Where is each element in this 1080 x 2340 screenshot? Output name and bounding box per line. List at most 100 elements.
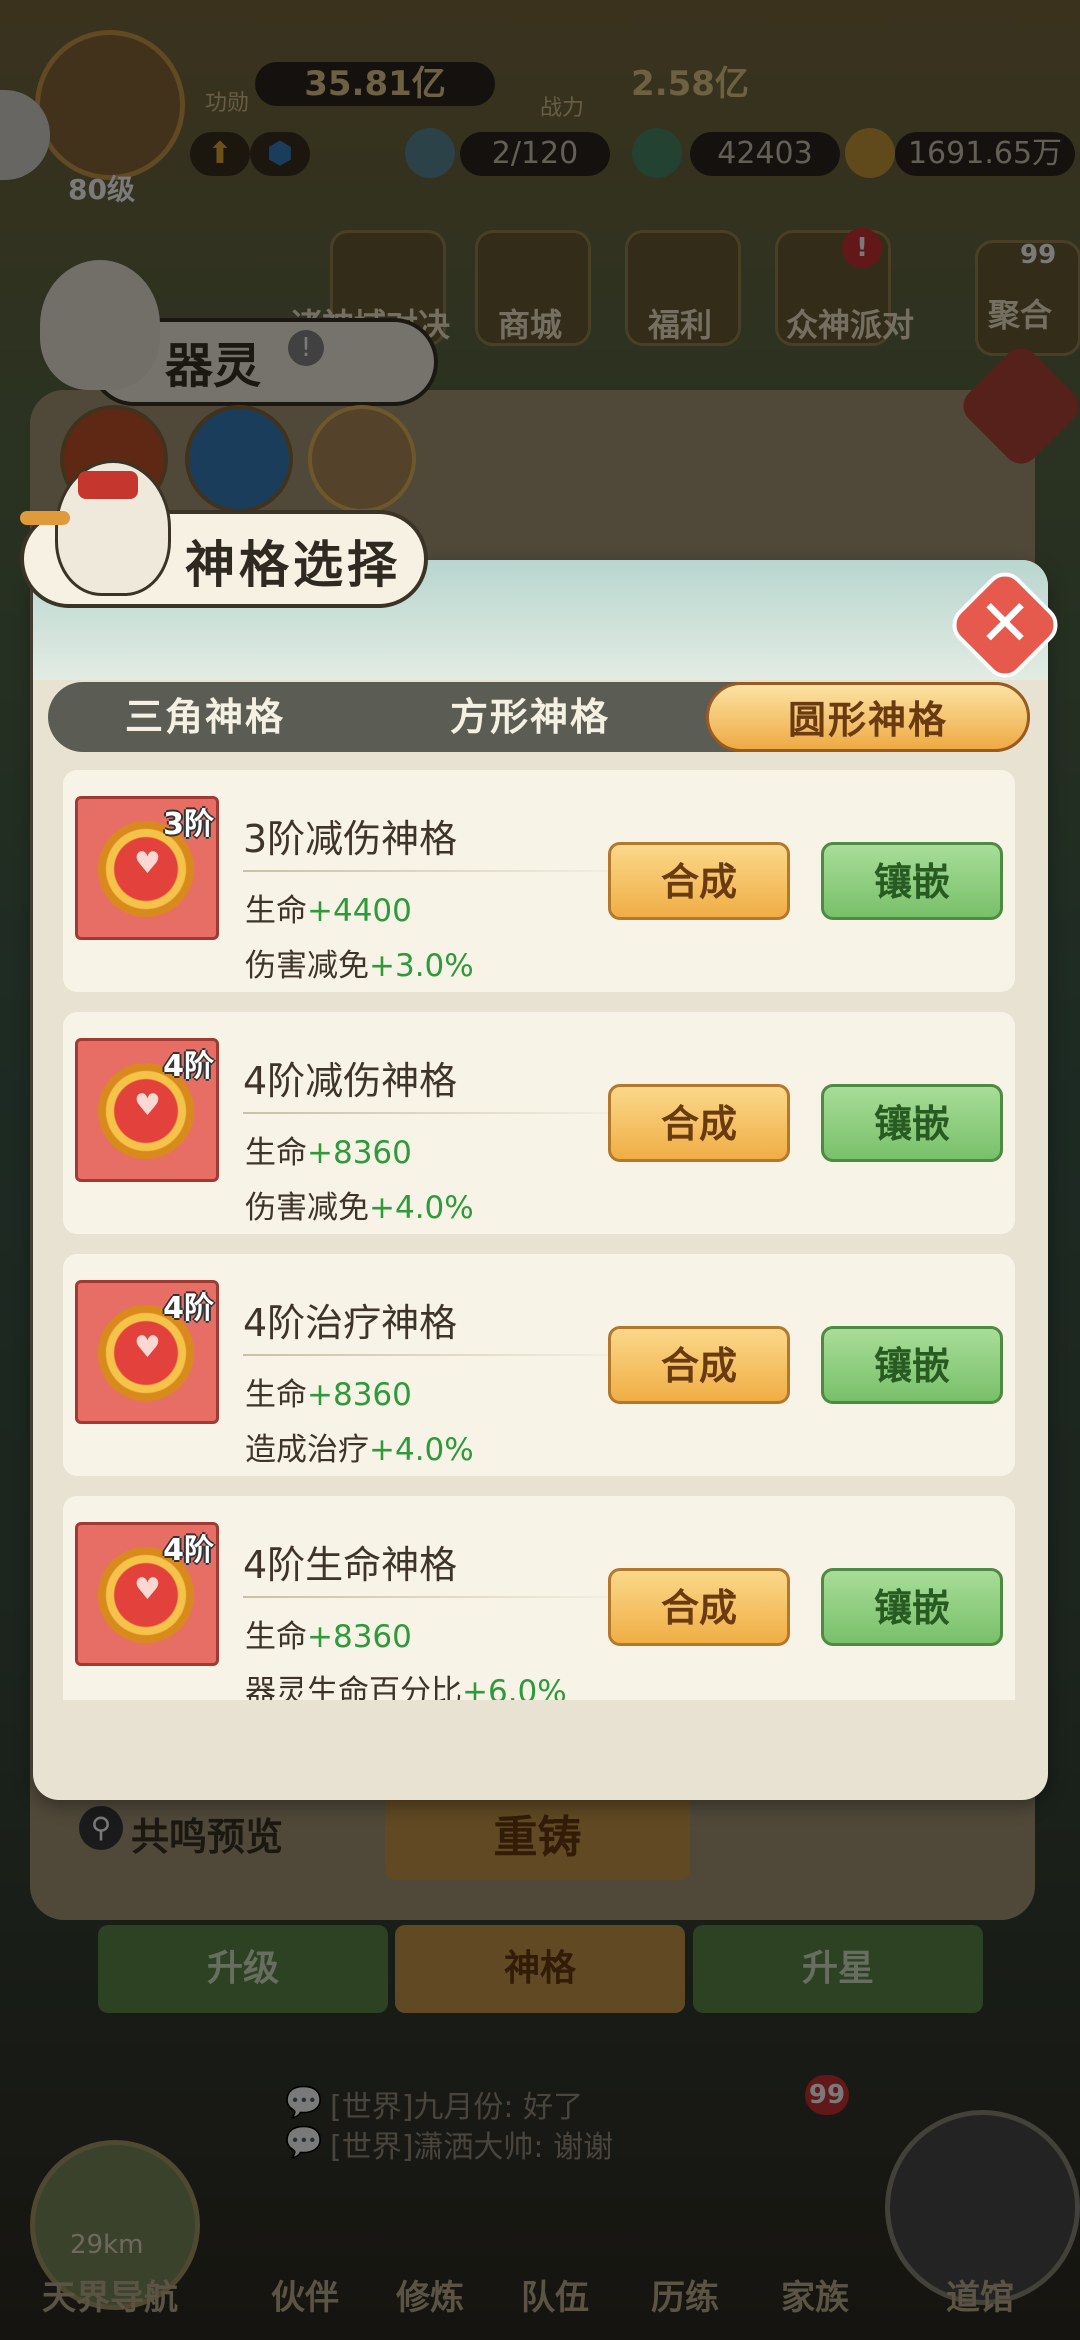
dialog-close-button[interactable]: ✕ [944,564,1066,686]
godhead-name: 3阶减伤神格 [243,817,458,861]
stat-label: 造成治疗 [245,1432,369,1468]
nav-trial-label: 历练 [651,2278,719,2318]
heart-icon: ♥ [134,1088,161,1123]
stat-value: +8360 [307,1377,412,1413]
stat-value: +4.0% [369,1432,474,1468]
tab-square[interactable]: 方形神格 [400,682,660,752]
slot-icon [405,128,455,178]
divider [243,1354,653,1356]
spirit-title: 器灵 [165,338,262,394]
sky-nav-label: 天界导航 [42,2278,178,2318]
heart-icon: ♥ [134,846,161,881]
nav-partner-label: 伙伴 [271,2278,339,2318]
chat-bubble-icon: 💬 [285,2085,323,2120]
stat-value: +8360 [307,1619,412,1655]
heart-icon: ♥ [134,1572,161,1607]
godhead-gem-slot[interactable]: ♥ 3阶 [75,796,219,940]
tab-star-up[interactable]: 升星 [693,1925,983,2013]
party-alert-badge: ! [842,228,882,268]
power-value: 35.81亿 [255,62,495,106]
mascot-hat [78,471,138,499]
stat-label: 生命 [245,893,307,929]
tier-badge: 3阶 [163,807,214,842]
tile-welfare-label: 福利 [647,306,712,344]
tab-triangle[interactable]: 三角神格 [75,682,335,752]
power-label: 功勋 [205,91,250,116]
synthesize-button[interactable]: 合成 [608,1568,790,1646]
stat-line-1: 生命+4400 [245,885,412,930]
stat-line-1: 生命+8360 [245,1611,412,1656]
list-item: ♥ 4阶 4阶减伤神格 生命+8360 伤害减免+4.0% 合成 镶嵌 [63,1012,1015,1234]
stat-value: +4400 [307,893,412,929]
divider [243,870,653,872]
tab-godhead[interactable]: 神格 [395,1925,685,2013]
tab-upgrade[interactable]: 升级 [98,1925,388,2013]
synthesize-button[interactable]: 合成 [608,1326,790,1404]
godhead-gem-slot[interactable]: ♥ 4阶 [75,1280,219,1424]
tier-badge: 4阶 [163,1049,214,1084]
dialog-title: 神格选择 [185,536,401,594]
stat-line-1: 生命+8360 [245,1369,412,1414]
stat-line-2: 造成治疗+4.0% [245,1424,474,1469]
godhead-name: 4阶治疗神格 [243,1301,458,1345]
stat-label: 器灵生命百分比 [245,1674,462,1700]
stat-line-2: 器灵生命百分比+6.0% [245,1666,567,1700]
chat-line-2[interactable]: [世界]潇洒大帅: 谢谢 [330,2122,613,2166]
stat-label: 生命 [245,1135,307,1171]
sky-nav-distance: 29km [70,2230,144,2260]
godhead-list[interactable]: ♥ 3阶 3阶减伤神格 生命+4400 伤害减免+3.0% 合成 镶嵌 ♥ 4阶… [0,770,1080,1700]
tile-shop-label: 商城 [497,306,562,344]
spirit-avatar-owl[interactable] [308,405,416,513]
inlay-button[interactable]: 镶嵌 [821,1326,1003,1404]
tile-party-label: 众神派对 [785,306,914,344]
gem-count: 42403 [690,132,840,176]
nav-family-label: 家族 [781,2278,849,2318]
godhead-gem-slot[interactable]: ♥ 4阶 [75,1038,219,1182]
spirit-avatar-water[interactable] [185,405,293,513]
shield-icon[interactable]: ⬢ [250,132,310,176]
gem-icon [632,128,682,178]
coin-count: 1691.65万 [895,132,1075,176]
godhead-name: 4阶减伤神格 [243,1059,458,1103]
heart-icon: ♥ [134,1330,161,1365]
stat-line-2: 伤害减免+3.0% [245,940,474,985]
chat-line-1[interactable]: [世界]九月份: 好了 [330,2082,583,2126]
resonance-preview-button[interactable]: ⚲ 共鸣预览 [75,1800,335,1859]
inlay-button[interactable]: 镶嵌 [821,842,1003,920]
chat-channel: [世界] [330,2090,414,2125]
godhead-name: 4阶生命神格 [243,1543,458,1587]
tier-badge: 4阶 [163,1291,214,1326]
close-icon: ✕ [978,587,1032,661]
synthesize-button[interactable]: 合成 [608,1084,790,1162]
inlay-button[interactable]: 镶嵌 [821,1084,1003,1162]
coin-icon [845,128,895,178]
force-label: 战力 [540,96,585,121]
tab-circle[interactable]: 圆形神格 [706,682,1030,752]
godhead-gem-slot[interactable]: ♥ 4阶 [75,1522,219,1666]
tile-aggregate-label: 聚合 [987,296,1052,334]
force-value: 2.58亿 [631,64,749,104]
divider [243,1596,653,1598]
stat-value: +3.0% [369,948,474,984]
reforge-button[interactable]: 重铸 [385,1795,690,1880]
synthesize-button[interactable]: 合成 [608,842,790,920]
stat-value: +8360 [307,1135,412,1171]
stat-value: +4.0% [369,1190,474,1226]
player-avatar[interactable] [35,30,185,180]
list-item: ♥ 4阶 4阶治疗神格 生命+8360 造成治疗+4.0% 合成 镶嵌 [63,1254,1015,1476]
divider [243,1112,653,1114]
resonance-preview-label: 共鸣预览 [131,1815,284,1859]
nav-cultivate-label: 修炼 [396,2278,464,2318]
tier-badge: 4阶 [163,1533,214,1568]
magnifier-icon: ⚲ [79,1806,123,1850]
dialog-mascot [20,460,171,596]
info-icon[interactable]: ! [288,330,324,366]
nav-team-label: 队伍 [521,2278,589,2318]
inlay-button[interactable]: 镶嵌 [821,1568,1003,1646]
aggregate-badge: 99 [1020,240,1057,270]
stat-label: 生命 [245,1619,307,1655]
slot-count: 2/120 [460,132,610,176]
arrow-up-icon[interactable]: ⬆ [190,132,250,176]
stat-label: 生命 [245,1377,307,1413]
chat-text: 九月份: 好了 [413,2090,584,2125]
